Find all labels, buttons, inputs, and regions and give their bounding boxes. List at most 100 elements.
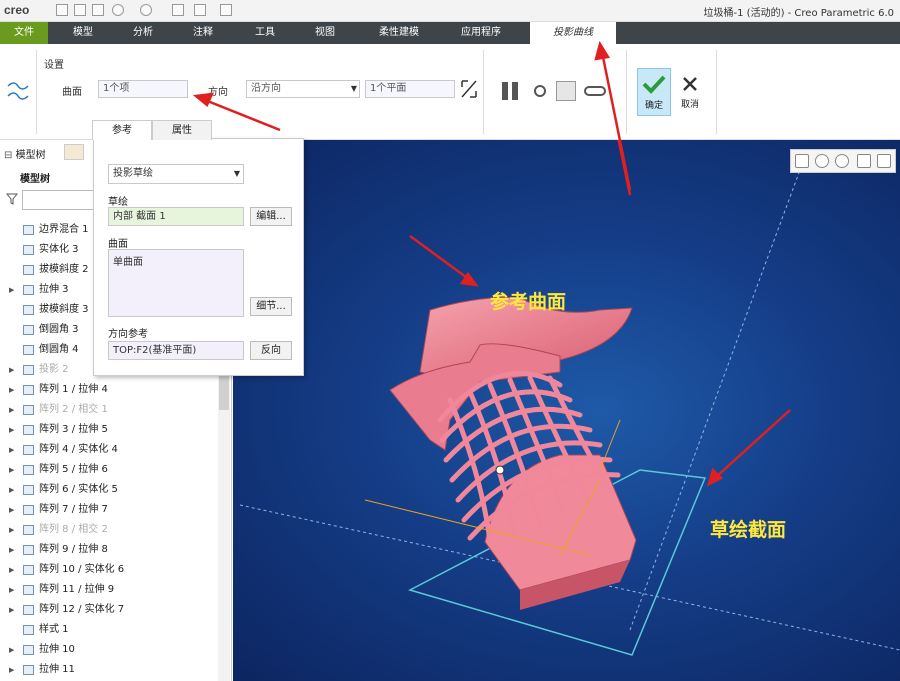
plane-collector[interactable]: 1个平面 [365, 80, 455, 98]
surface-collector[interactable]: 1个项 [98, 80, 188, 98]
ribbon-tabs: 文件 模型 分析 注释 工具 视图 柔性建模 应用程序 投影曲线 [0, 22, 900, 44]
pause-icon[interactable] [502, 82, 508, 100]
tree-item-label: 阵列 2 / 相交 1 [39, 404, 108, 415]
feature-icon [23, 445, 34, 455]
tree-search-input[interactable] [22, 190, 94, 210]
folder-browser-icon[interactable] [64, 144, 84, 160]
graphics-viewport[interactable]: 参考曲面 草绘截面 [233, 140, 900, 681]
tab-model[interactable]: 模型 [58, 22, 108, 44]
expand-caret-icon[interactable]: ▶ [9, 540, 14, 560]
tree-item[interactable]: ▶ 拉伸 11 [0, 660, 220, 680]
expand-caret-icon[interactable]: ▶ [9, 520, 14, 540]
feature-icon [23, 265, 34, 275]
tab-view[interactable]: 视图 [300, 22, 350, 44]
tree-item-label: 样式 1 [39, 624, 69, 635]
save-icon[interactable] [92, 4, 104, 16]
open-file-icon[interactable] [74, 4, 86, 16]
tab-applications[interactable]: 应用程序 [450, 22, 512, 44]
expand-caret-icon[interactable]: ▶ [9, 500, 14, 520]
feature-icon [23, 425, 34, 435]
tree-item[interactable]: ▶ 阵列 3 / 拉伸 5 [0, 420, 220, 440]
direction-reference-collector[interactable]: TOP:F2(基准平面) [108, 341, 244, 360]
checkmark-icon [642, 75, 666, 94]
tab-file[interactable]: 文件 [0, 22, 48, 44]
tree-item[interactable]: ▶ 阵列 5 / 拉伸 6 [0, 460, 220, 480]
annotation-sketch-section: 草绘截面 [710, 519, 787, 541]
reverse-button[interactable]: 反向 [250, 341, 292, 360]
feature-icon [23, 605, 34, 615]
view-orientation-icon[interactable] [877, 154, 891, 168]
window-title: 垃圾桶-1 (活动的) - Creo Parametric 6.0 [703, 8, 894, 19]
pause-icon[interactable] [512, 82, 518, 100]
zoom-in-icon[interactable] [815, 154, 829, 168]
filter-icon[interactable] [6, 193, 18, 205]
expand-caret-icon[interactable]: ▶ [9, 420, 14, 440]
tree-item[interactable]: ▶ 阵列 7 / 拉伸 7 [0, 500, 220, 520]
window-icon[interactable] [194, 4, 206, 16]
tree-item-label: 实体化 3 [39, 244, 79, 255]
tree-item[interactable]: ▶ 阵列 1 / 拉伸 4 [0, 380, 220, 400]
tree-item[interactable]: ▶ 阵列 2 / 相交 1 [0, 400, 220, 420]
expand-caret-icon[interactable]: ▶ [9, 400, 14, 420]
preview-feature-icon[interactable] [556, 81, 576, 101]
regenerate-icon[interactable] [172, 4, 184, 16]
flip-direction-icon[interactable] [459, 78, 479, 100]
expand-caret-icon[interactable]: ▶ [9, 280, 14, 300]
expand-caret-icon[interactable]: ▶ [9, 360, 14, 380]
tab-projected-curve[interactable]: 投影曲线 [530, 22, 616, 44]
close-window-icon[interactable] [220, 4, 232, 16]
tree-item[interactable]: ▶ 阵列 6 / 实体化 5 [0, 480, 220, 500]
tree-item[interactable]: 样式 1 [0, 620, 220, 640]
expand-caret-icon[interactable]: ▶ [9, 380, 14, 400]
tree-item-label: 投影 2 [39, 364, 69, 375]
feature-icon [23, 385, 34, 395]
surface-list-item[interactable]: 单曲面 [113, 253, 243, 268]
feature-icon [23, 565, 34, 575]
zoom-out-icon[interactable] [835, 154, 849, 168]
details-button[interactable]: 细节... [250, 297, 292, 316]
tree-item[interactable]: ▶ 阵列 10 / 实体化 6 [0, 560, 220, 580]
expand-caret-icon[interactable]: ▶ [9, 560, 14, 580]
tab-properties[interactable]: 属性 [152, 120, 212, 140]
direction-reference-label: 方向参考 [108, 329, 148, 340]
expand-caret-icon[interactable]: ▶ [9, 480, 14, 500]
edit-button[interactable]: 编辑... [250, 207, 292, 226]
expand-caret-icon[interactable]: ▶ [9, 440, 14, 460]
tab-annotate[interactable]: 注释 [178, 22, 228, 44]
feature-icon [23, 465, 34, 475]
tree-item-label: 倒圆角 3 [39, 324, 79, 335]
verify-glasses-icon[interactable] [584, 86, 606, 96]
tree-item[interactable]: ▶ 阵列 8 / 相交 2 [0, 520, 220, 540]
expand-caret-icon[interactable]: ▶ [9, 660, 14, 680]
tree-item[interactable]: ▶ 阵列 4 / 实体化 4 [0, 440, 220, 460]
tree-item[interactable]: ▶ 拉伸 10 [0, 640, 220, 660]
expand-caret-icon[interactable]: ▶ [9, 600, 14, 620]
surface-list[interactable]: 单曲面 [108, 249, 244, 317]
expand-caret-icon[interactable]: ▶ [9, 460, 14, 480]
refit-icon[interactable] [795, 154, 809, 168]
repaint-icon[interactable] [857, 154, 871, 168]
tab-flexible-modeling[interactable]: 柔性建模 [368, 22, 430, 44]
cancel-button[interactable]: 取消 [675, 68, 705, 116]
tab-model-tree[interactable]: ⊟ 模型树 [4, 146, 46, 161]
tree-item[interactable]: ▶ 阵列 11 / 拉伸 9 [0, 580, 220, 600]
expand-caret-icon[interactable]: ▶ [9, 580, 14, 600]
expand-caret-icon[interactable]: ▶ [9, 640, 14, 660]
tab-tools[interactable]: 工具 [240, 22, 290, 44]
ok-button[interactable]: 确定 [637, 68, 671, 116]
undo-icon[interactable] [112, 4, 124, 16]
tree-icon: ⊟ [4, 150, 13, 161]
redo-icon[interactable] [140, 4, 152, 16]
tab-analysis[interactable]: 分析 [118, 22, 168, 44]
projection-type-dropdown[interactable]: 投影草绘 ▼ [108, 164, 244, 184]
new-file-icon[interactable] [56, 4, 68, 16]
no-preview-icon[interactable] [534, 85, 546, 97]
sketch-collector[interactable]: 内部 截面 1 [108, 207, 244, 226]
tree-item[interactable]: ▶ 阵列 12 / 实体化 7 [0, 600, 220, 620]
tree-item[interactable]: ▶ 阵列 9 / 拉伸 8 [0, 540, 220, 560]
tab-reference[interactable]: 参考 [92, 120, 152, 140]
feature-icon [23, 505, 34, 515]
chevron-down-icon: ▼ [233, 169, 240, 178]
feature-icon [23, 625, 34, 635]
direction-dropdown[interactable]: 沿方向 ▼ [246, 80, 360, 98]
